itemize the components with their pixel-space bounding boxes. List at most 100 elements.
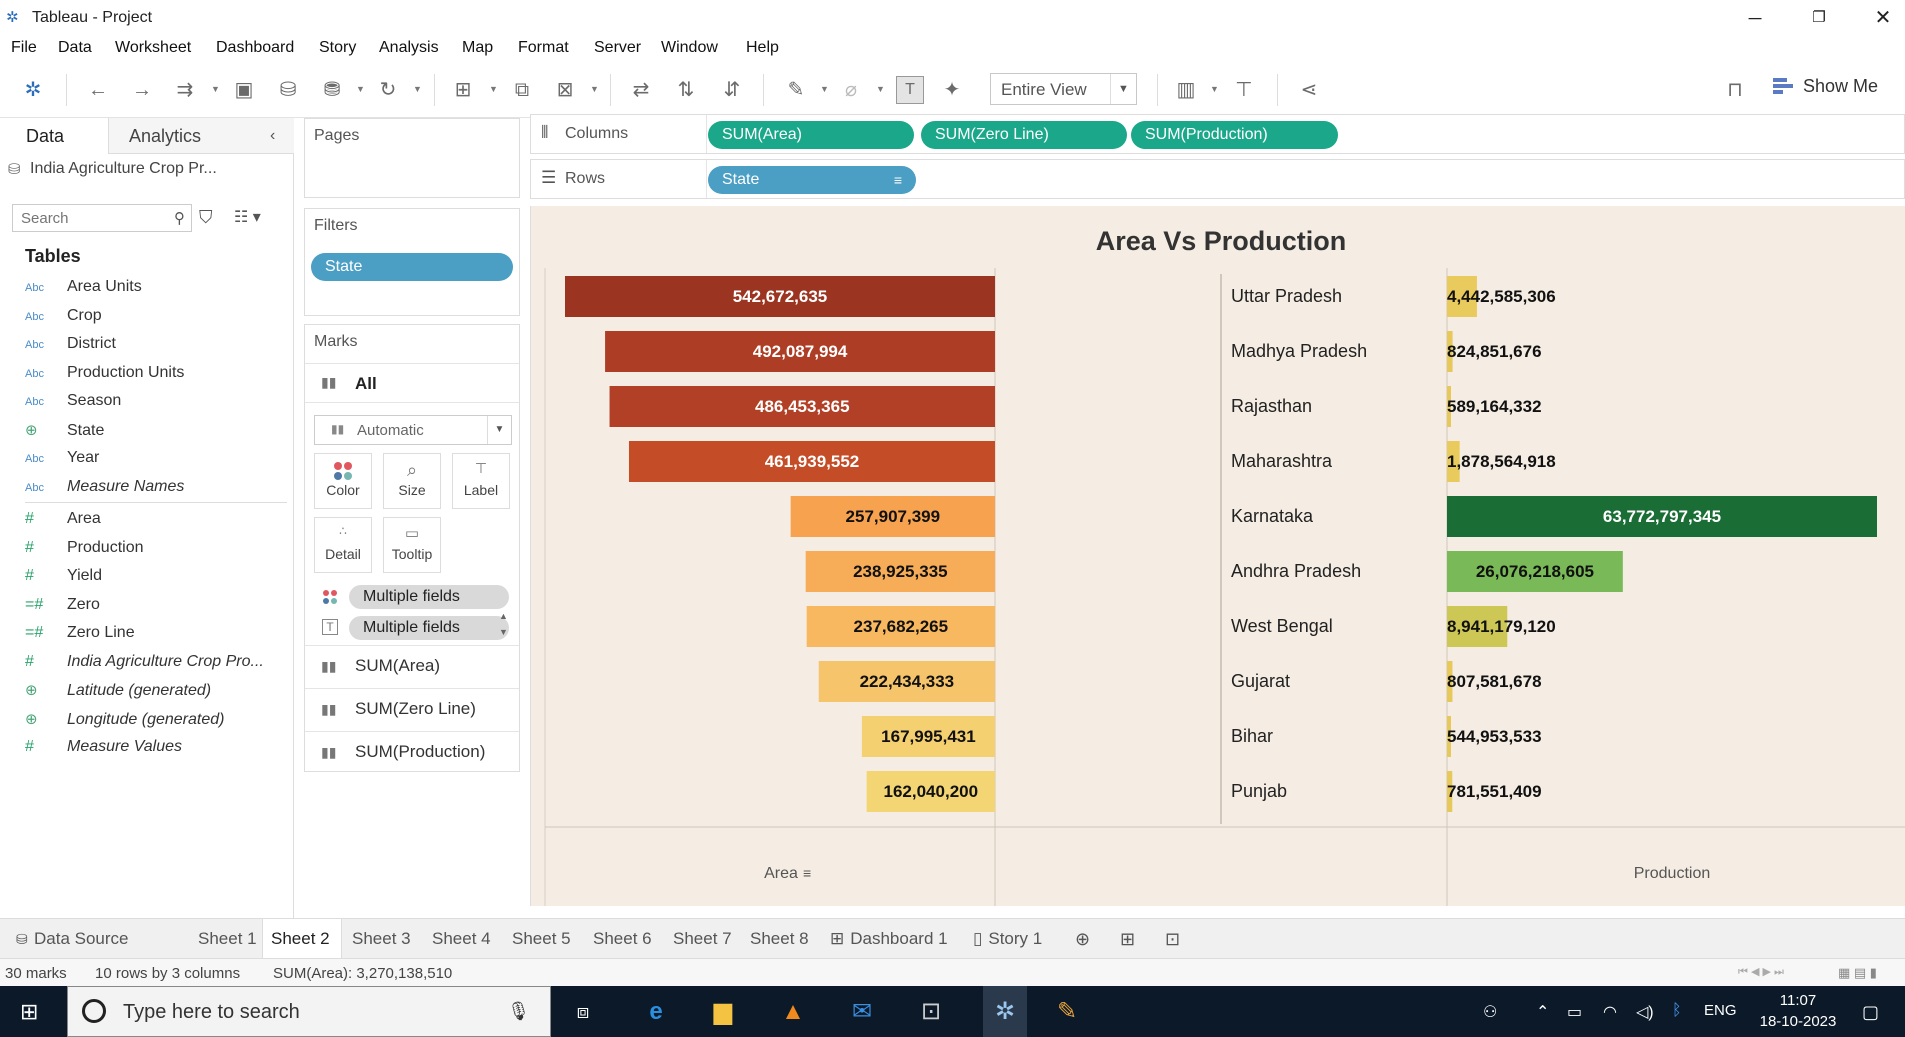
chevron-down-icon[interactable]: ▼: [356, 84, 365, 94]
field-item[interactable]: =# Zero: [25, 596, 100, 620]
presentation-mode-icon[interactable]: ⊤: [1232, 78, 1256, 102]
mark-type-dropdown[interactable]: ▮▮ Automatic ▼: [314, 415, 512, 445]
field-item[interactable]: =# Zero Line: [25, 624, 135, 648]
save-icon[interactable]: ▣: [232, 78, 256, 102]
columns-shelf[interactable]: ⦀ Columns SUM(Area) SUM(Zero Line) SUM(P…: [530, 114, 1905, 154]
menu-story[interactable]: Story: [319, 39, 356, 57]
sheet-tab-sheet-5[interactable]: Sheet 5: [504, 919, 582, 959]
collapse-pane-icon[interactable]: ‹: [270, 118, 275, 154]
field-item[interactable]: Abc Season: [25, 392, 121, 416]
sort-icon[interactable]: ≡: [894, 166, 902, 194]
menu-help[interactable]: Help: [746, 39, 779, 57]
highlight-icon[interactable]: ✎: [784, 78, 808, 102]
marks-tab-sum-zero-line[interactable]: ▮▮ SUM(Zero Line): [305, 688, 519, 731]
notifications-icon[interactable]: ▢: [1862, 1002, 1879, 1023]
view-list-icon[interactable]: ☷ ▾: [234, 207, 261, 227]
chevron-down-icon[interactable]: ▼: [413, 84, 422, 94]
swap-rows-columns-icon[interactable]: ⇄: [629, 78, 653, 102]
sheet-tab-sheet-2[interactable]: Sheet 2: [262, 919, 342, 959]
search-input[interactable]: [13, 205, 163, 231]
menu-dashboard[interactable]: Dashboard: [216, 39, 294, 57]
show-mark-labels-icon[interactable]: T: [896, 76, 924, 104]
field-item[interactable]: Abc District: [25, 335, 116, 359]
field-item[interactable]: # Area: [25, 510, 101, 534]
clear-sheet-icon[interactable]: ⊠: [553, 78, 577, 102]
sheet-tab-sheet-8[interactable]: Sheet 8: [742, 919, 818, 959]
chevron-down-icon[interactable]: ▼: [820, 84, 829, 94]
marks-tab-sum-production[interactable]: ▮▮ SUM(Production): [305, 731, 519, 774]
chevron-down-icon[interactable]: ▼: [1210, 84, 1219, 94]
field-item[interactable]: ⊕ Latitude (generated): [25, 681, 211, 705]
filter-pill-state[interactable]: State: [311, 253, 513, 281]
view-grid-icons[interactable]: ▦ ▤ ▮: [1838, 965, 1877, 981]
color-button[interactable]: Color: [314, 453, 372, 509]
clock[interactable]: 11:07 18-10-2023: [1758, 990, 1838, 1032]
menu-worksheet[interactable]: Worksheet: [115, 39, 191, 57]
scroll-up-icon[interactable]: ▲: [499, 611, 508, 621]
show-cards-icon[interactable]: ▥: [1174, 78, 1198, 102]
paint-icon[interactable]: ✎: [1051, 997, 1083, 1027]
sheet-tab-dashboard-1[interactable]: ⊞ Dashboard 1: [822, 919, 962, 959]
language-indicator[interactable]: ENG: [1704, 1002, 1737, 1019]
field-item[interactable]: # India Agriculture Crop Pro...: [25, 653, 264, 677]
marks-tab-sum-area[interactable]: ▮▮ SUM(Area): [305, 645, 519, 688]
fix-axes-icon[interactable]: ✦: [940, 78, 964, 102]
taskbar-search[interactable]: Type here to search 🎙: [67, 986, 551, 1037]
chevron-down-icon[interactable]: ▼: [876, 84, 885, 94]
tooltip-button[interactable]: ▭ Tooltip: [383, 517, 441, 573]
minimize-icon[interactable]: ─: [1732, 4, 1778, 32]
undo-icon[interactable]: ←: [86, 78, 110, 102]
new-worksheet-icon[interactable]: ⊞: [451, 78, 475, 102]
chevron-down-icon[interactable]: ▼: [1110, 74, 1136, 104]
tab-data[interactable]: Data: [0, 118, 108, 154]
pause-updates-icon[interactable]: ⛃: [320, 78, 344, 102]
wifi-icon[interactable]: ◠: [1603, 1002, 1617, 1022]
search-box[interactable]: ⚲: [12, 204, 192, 232]
pages-card[interactable]: Pages: [304, 118, 520, 198]
row-pill-state[interactable]: State ≡: [708, 166, 916, 194]
chevron-down-icon[interactable]: ▼: [489, 84, 498, 94]
bluetooth-icon[interactable]: ᛒ: [1672, 1002, 1682, 1020]
field-item[interactable]: # Production: [25, 539, 144, 563]
sort-ascending-icon[interactable]: ⇅: [674, 78, 698, 102]
tableau-taskbar-icon[interactable]: ✲: [983, 986, 1027, 1037]
edge-icon[interactable]: e: [640, 997, 672, 1027]
battery-icon[interactable]: ▭: [1567, 1002, 1582, 1022]
chevron-down-icon[interactable]: ▼: [590, 84, 599, 94]
menu-window[interactable]: Window: [661, 39, 718, 57]
new-dashboard-icon[interactable]: ⊞: [1120, 929, 1135, 950]
tab-analytics[interactable]: Analytics: [108, 118, 294, 154]
replay-icon[interactable]: ⇉: [173, 78, 197, 102]
group-members-icon[interactable]: ⌀: [839, 78, 863, 102]
sheet-tab-data-source[interactable]: ⛁ Data Source: [10, 919, 180, 959]
store-icon[interactable]: ⊡: [915, 997, 947, 1027]
fit-dropdown[interactable]: Entire View ▼: [990, 73, 1137, 105]
menu-analysis[interactable]: Analysis: [379, 39, 439, 57]
filters-card[interactable]: Filters State: [304, 208, 520, 316]
rows-shelf[interactable]: ☰ Rows State ≡: [530, 159, 1905, 199]
close-icon[interactable]: ✕: [1860, 4, 1905, 32]
file-explorer-icon[interactable]: ▆: [707, 997, 739, 1027]
menu-data[interactable]: Data: [58, 39, 92, 57]
new-worksheet-icon[interactable]: ⊕: [1075, 929, 1090, 950]
new-story-icon[interactable]: ⊡: [1165, 929, 1180, 950]
column-pill-sum-zero-line[interactable]: SUM(Zero Line): [921, 121, 1127, 149]
filter-icon[interactable]: ⛉: [199, 207, 213, 228]
menu-format[interactable]: Format: [518, 39, 569, 57]
search-icon[interactable]: ⚲: [174, 209, 185, 227]
field-item[interactable]: Abc Year: [25, 449, 99, 473]
field-item[interactable]: Abc Area Units: [25, 278, 142, 302]
sort-descending-icon[interactable]: ⇵: [720, 78, 744, 102]
sheet-tab-story-1[interactable]: ▯ Story 1: [965, 919, 1065, 959]
format-painter-icon[interactable]: ⊓: [1723, 78, 1747, 102]
share-icon[interactable]: ⋖: [1297, 78, 1321, 102]
page-nav-icons[interactable]: ⏮ ◀ ▶ ⏭: [1738, 965, 1784, 979]
field-item[interactable]: # Measure Values: [25, 738, 182, 762]
restore-icon[interactable]: ❐: [1796, 4, 1842, 32]
field-item[interactable]: ⊕ Longitude (generated): [25, 710, 224, 734]
show-me-button[interactable]: Show Me: [1773, 76, 1878, 97]
chevron-down-icon[interactable]: ▼: [487, 416, 511, 444]
menu-map[interactable]: Map: [462, 39, 493, 57]
column-pill-sum-production[interactable]: SUM(Production): [1131, 121, 1338, 149]
detail-button[interactable]: ∴ Detail: [314, 517, 372, 573]
